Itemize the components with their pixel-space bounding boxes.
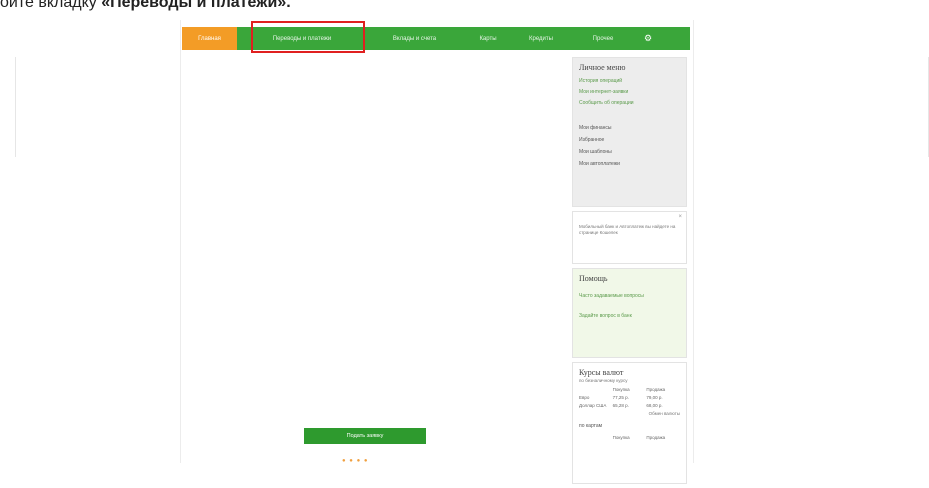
item-favorites[interactable]: Избранное (579, 137, 680, 143)
instruction-bold: «Переводы и платежи». (101, 0, 291, 11)
rates-box: Курсы валют по безналичному курсу Покупк… (572, 362, 687, 484)
close-icon[interactable]: × (678, 214, 682, 220)
help-title: Помощь (579, 274, 608, 283)
loading-dots: ● ● ● ● (342, 458, 369, 464)
tab-home[interactable]: Главная (182, 27, 237, 50)
link-ask[interactable]: Задайте вопрос в банк (579, 313, 680, 319)
promo-box: × Мобильный банк и Автоплатеж вы найдете… (572, 211, 687, 264)
rate-row: Доллар США 65,28 р. 68,00 р. (579, 403, 663, 408)
tab-deposits[interactable]: Вклады и счета (367, 27, 462, 50)
instruction-text: оите вкладку «Переводы и платежи». (0, 0, 291, 12)
link-faq[interactable]: Часто задаваемые вопросы (579, 293, 680, 299)
gear-icon[interactable]: ⚙ (638, 33, 658, 44)
help-box: Помощь Часто задаваемые вопросы Задайте … (572, 268, 687, 358)
rates-subtitle: по безналичному курсу (579, 378, 628, 383)
link-exchange[interactable]: Обмен валюты (579, 411, 680, 417)
item-finances[interactable]: Мои финансы (579, 125, 680, 131)
tab-credits[interactable]: Кредиты (514, 27, 568, 50)
tab-other[interactable]: Прочее (568, 27, 638, 50)
personal-menu-title: Личное меню (579, 63, 626, 72)
link-history[interactable]: История операций (579, 78, 680, 84)
rate-row: Евро 77,25 р. 79,00 р. (579, 395, 663, 400)
rates-title: Курсы валют (579, 368, 624, 377)
submit-application-button[interactable]: Подать заявку (304, 428, 426, 444)
item-autopayments[interactable]: Мои автоплатежи (579, 161, 680, 167)
sidebar: Личное меню История операций Мои интерне… (572, 57, 687, 488)
link-applications[interactable]: Мои интернет-заявки (579, 89, 680, 95)
personal-menu: Личное меню История операций Мои интерне… (572, 57, 687, 207)
rates-footer: по картам (579, 423, 603, 429)
rates-header: Покупка Продажа (612, 387, 666, 392)
instruction-prefix: оите вкладку (0, 0, 102, 11)
rates-footer-header: Покупка Продажа (612, 435, 666, 440)
highlight-box (251, 21, 365, 53)
link-report[interactable]: Сообщить об операции (579, 100, 680, 106)
promo-text: Мобильный банк и Автоплатеж вы найдете н… (579, 224, 676, 235)
tab-cards[interactable]: Карты (462, 27, 514, 50)
item-templates[interactable]: Мои шаблоны (579, 149, 680, 155)
